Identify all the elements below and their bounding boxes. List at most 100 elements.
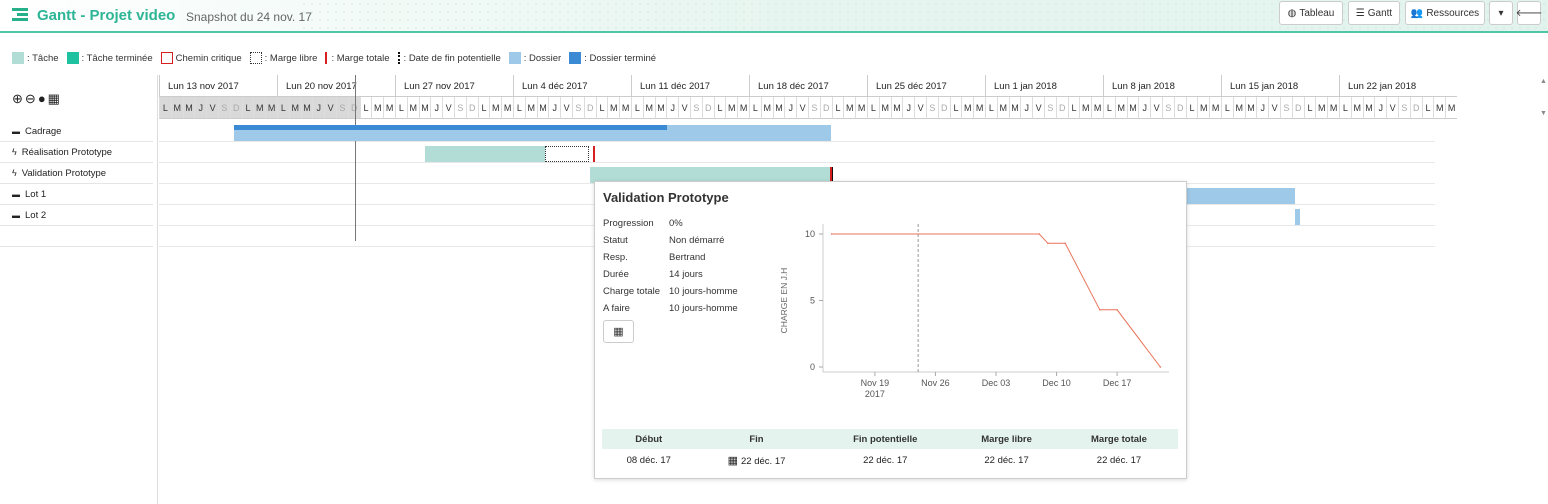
gantt-button[interactable]: ☰ Gantt — [1348, 1, 1400, 25]
day-label: M — [772, 97, 785, 119]
swatch-date-fin — [397, 52, 400, 64]
day-label: M — [890, 97, 903, 119]
day-label: D — [229, 97, 242, 119]
day-label: M — [1008, 97, 1021, 119]
day-label: J — [1256, 97, 1269, 119]
day-label: M — [1433, 97, 1446, 119]
x-tick-label: Dec 03 — [982, 378, 1011, 388]
day-label: J — [312, 97, 325, 119]
x-tick-label: Nov 19 — [861, 378, 890, 388]
legend-dossier-termine: : Dossier terminé — [569, 52, 656, 64]
tableau-button[interactable]: ◍ Tableau — [1279, 1, 1343, 25]
legend-tache-terminee: : Tâche terminée — [66, 52, 153, 64]
bar-realisation[interactable] — [425, 146, 545, 162]
day-label: L — [949, 97, 962, 119]
day-label: D — [1173, 97, 1186, 119]
week-label: Lun 4 déc 2017 — [513, 75, 631, 97]
legend-chemin-critique: Chemin critique — [160, 52, 242, 64]
day-label: M — [1445, 97, 1457, 119]
scroll-down-icon[interactable]: ▼ — [1540, 110, 1547, 117]
summary-header: Marge totale — [1059, 429, 1178, 449]
x-tick-label: Dec 10 — [1042, 378, 1071, 388]
y-axis-label: CHARGE EN J.H — [779, 268, 789, 334]
bar-realisation-total-margin[interactable] — [593, 146, 595, 162]
day-label: L — [241, 97, 254, 119]
popup-field-value: 10 jours-homme — [669, 286, 738, 297]
popup-field-value: Non démarré — [669, 235, 725, 246]
calendar-icon[interactable]: ▦ — [48, 91, 60, 107]
y-tick-label: 5 — [810, 296, 815, 306]
summary-value-text: 08 déc. 17 — [626, 454, 671, 466]
bar-lot2[interactable] — [1295, 209, 1300, 225]
bar-lot1[interactable] — [1187, 188, 1295, 204]
legend-dossier: : Dossier — [508, 52, 561, 64]
day-label: J — [666, 97, 679, 119]
day-label: L — [359, 97, 372, 119]
day-label: M — [371, 97, 384, 119]
task-row[interactable]: ▬ Lot 1 — [0, 184, 153, 205]
summary-header-row: Début Fin Fin potentielle Marge libre Marge … — [602, 429, 1178, 449]
caret-down-icon: ▾ — [1498, 7, 1504, 19]
legend-tache-label: : Tâche — [27, 52, 59, 64]
summary-value: ▦ 22 déc. 17 — [696, 449, 818, 471]
task-row[interactable]: ϟ Réalisation Prototype — [0, 142, 153, 163]
popup-calendar-button[interactable]: ▦ — [603, 320, 634, 343]
task-label: Validation Prototype — [21, 167, 107, 179]
day-label: M — [607, 97, 620, 119]
week-label: Lun 25 déc 2017 — [867, 75, 985, 97]
day-label: L — [985, 97, 997, 119]
folder-icon: ▬ — [12, 210, 20, 220]
day-label: M — [170, 97, 183, 119]
ressources-button[interactable]: 👥 Ressources — [1405, 1, 1485, 25]
x-tick-sublabel: 2017 — [865, 389, 885, 399]
user-icon[interactable]: ● — [38, 91, 46, 107]
day-label: V — [206, 97, 218, 119]
day-label: J — [194, 97, 207, 119]
day-label: M — [253, 97, 266, 119]
vertical-scrollbar[interactable]: ▲ ▼ — [1538, 75, 1548, 504]
day-label: V — [678, 97, 690, 119]
swatch-dossier — [508, 52, 521, 64]
users-icon: 👥 — [1410, 7, 1424, 19]
today-line — [355, 75, 356, 241]
task-row[interactable]: ϟ Validation Prototype — [0, 163, 153, 184]
week-label: Lun 15 jan 2018 — [1221, 75, 1339, 97]
day-label: L — [1421, 97, 1434, 119]
bar-realisation-free-margin[interactable] — [545, 146, 589, 162]
summary-value: 22 déc. 17 — [953, 449, 1060, 471]
bar-cadrage-done[interactable] — [234, 125, 667, 130]
day-label: M — [760, 97, 773, 119]
day-label: L — [713, 97, 726, 119]
day-label: M — [489, 97, 502, 119]
day-label: S — [1398, 97, 1410, 119]
scroll-up-icon[interactable]: ▲ — [1540, 78, 1547, 85]
day-label: M — [973, 97, 985, 119]
legend-marge-libre: : Marge libre — [249, 52, 318, 64]
day-label: J — [902, 97, 915, 119]
folder-icon: ▬ — [12, 126, 20, 136]
day-label: L — [867, 97, 879, 119]
day-label: L — [1339, 97, 1351, 119]
charge-chart: 0 5 10 Nov 192017 Nov 26 Dec 03 Dec 10 Dec 17 CH… — [779, 224, 1169, 399]
swatch-tache-terminee — [66, 52, 79, 64]
day-label: L — [159, 97, 171, 119]
task-row[interactable]: ▬ Cadrage — [0, 121, 153, 142]
day-label: D — [819, 97, 832, 119]
dropdown-button[interactable]: ▾ — [1489, 1, 1513, 25]
legend-tache: : Tâche — [12, 52, 59, 64]
y-tick-label: 0 — [810, 362, 815, 372]
week-label: Lun 20 nov 2017 — [277, 75, 395, 97]
popup-field-key: Charge totale — [603, 286, 661, 297]
legend-marge-libre-label: : Marge libre — [264, 52, 318, 64]
legend-tache-terminee-label: : Tâche terminée — [81, 52, 153, 64]
summary-header: Début — [602, 429, 696, 449]
week-label: Lun 13 nov 2017 — [159, 75, 277, 97]
zoom-in-icon[interactable]: ⊕ — [12, 91, 23, 107]
gantt-label: Gantt — [1367, 7, 1393, 19]
task-row[interactable]: ▬ Lot 2 — [0, 205, 153, 226]
zoom-out-icon[interactable]: ⊖ — [25, 91, 36, 107]
day-label: M — [961, 97, 974, 119]
back-button[interactable]: 🡐 — [1516, 1, 1542, 25]
day-label: D — [583, 97, 596, 119]
summary-header: Marge libre — [953, 429, 1060, 449]
